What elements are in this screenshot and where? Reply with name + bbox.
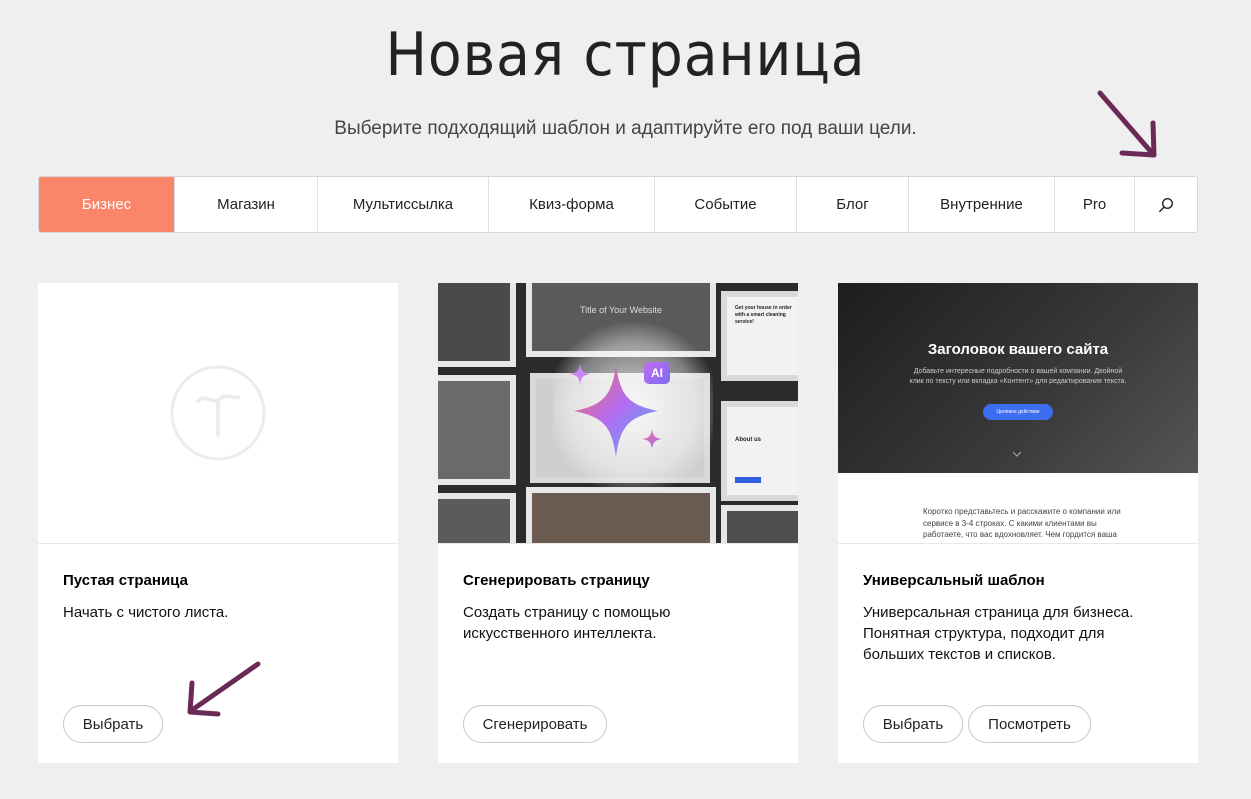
photo-tile [438,375,516,485]
about-heading: About us [735,437,761,443]
site-title: Title of Your Website [579,305,663,315]
annotation-arrow-icon [187,661,261,717]
photo-tile [438,493,516,543]
tab-pro[interactable]: Pro [1055,177,1135,232]
tab-business[interactable]: Бизнес [39,177,175,232]
preview-body-text: Коротко представьтесь и расскажите о ком… [923,507,1121,543]
card-description: Универсальная страница для бизнеса. Поня… [863,604,1134,663]
tab-shop[interactable]: Магазин [175,177,318,232]
hero-button: Целевое действие [983,404,1053,420]
tab-blog[interactable]: Блог [797,177,909,232]
chevron-down-icon [1012,451,1022,457]
hero-title: Заголовок вашего сайта [927,341,1109,358]
template-card-universal[interactable]: Заголовок вашего сайта Добавьте интересн… [838,283,1198,763]
select-button[interactable]: Выбрать [863,705,963,743]
card-title: Универсальный шаблон [863,572,1045,589]
tab-multilink[interactable]: Мультиссылка [318,177,489,232]
photo-tile [526,487,716,543]
card-divider [838,543,1198,544]
form-heading: Get your house in order with a smart cle… [735,305,792,325]
tab-internal[interactable]: Внутренние [909,177,1055,232]
card-preview: Title of Your Website Get your house in … [438,283,798,543]
annotation-arrow-icon [1097,90,1157,158]
card-divider [38,543,398,544]
hero-section: Заголовок вашего сайта Добавьте интересн… [838,283,1198,473]
search-icon [1159,197,1174,212]
category-tabs: Бизнес Магазин Мультиссылка Квиз-форма С… [38,176,1198,233]
about-button [735,477,761,483]
about-tile: About us [721,401,798,501]
card-description: Создать страницу с помощью искусственног… [463,604,671,642]
card-title: Сгенерировать страницу [463,572,650,589]
tab-event[interactable]: Событие [655,177,797,232]
hero-subtitle: Добавьте интересные подробности о вашей … [909,368,1127,385]
photo-tile [438,283,516,367]
card-divider [438,543,798,544]
page-title: Новая страница [385,20,866,90]
generate-button[interactable]: Сгенерировать [463,705,607,743]
form-tile: Get your house in order with a smart cle… [721,291,798,381]
card-preview: Заголовок вашего сайта Добавьте интересн… [838,283,1198,543]
search-button[interactable] [1135,177,1197,232]
photo-tile [721,505,798,543]
template-card-generate[interactable]: Title of Your Website Get your house in … [438,283,798,763]
ai-badge: AI [644,362,670,384]
select-button[interactable]: Выбрать [63,705,163,743]
card-description: Начать с чистого листа. [63,604,229,621]
page-subtitle: Выберите подходящий шаблон и адаптируйте… [334,118,917,139]
card-title: Пустая страница [63,572,188,589]
preview-button[interactable]: Посмотреть [968,705,1091,743]
card-preview [38,283,398,543]
tilda-logo-icon [170,365,266,461]
tab-quiz-form[interactable]: Квиз-форма [489,177,655,232]
